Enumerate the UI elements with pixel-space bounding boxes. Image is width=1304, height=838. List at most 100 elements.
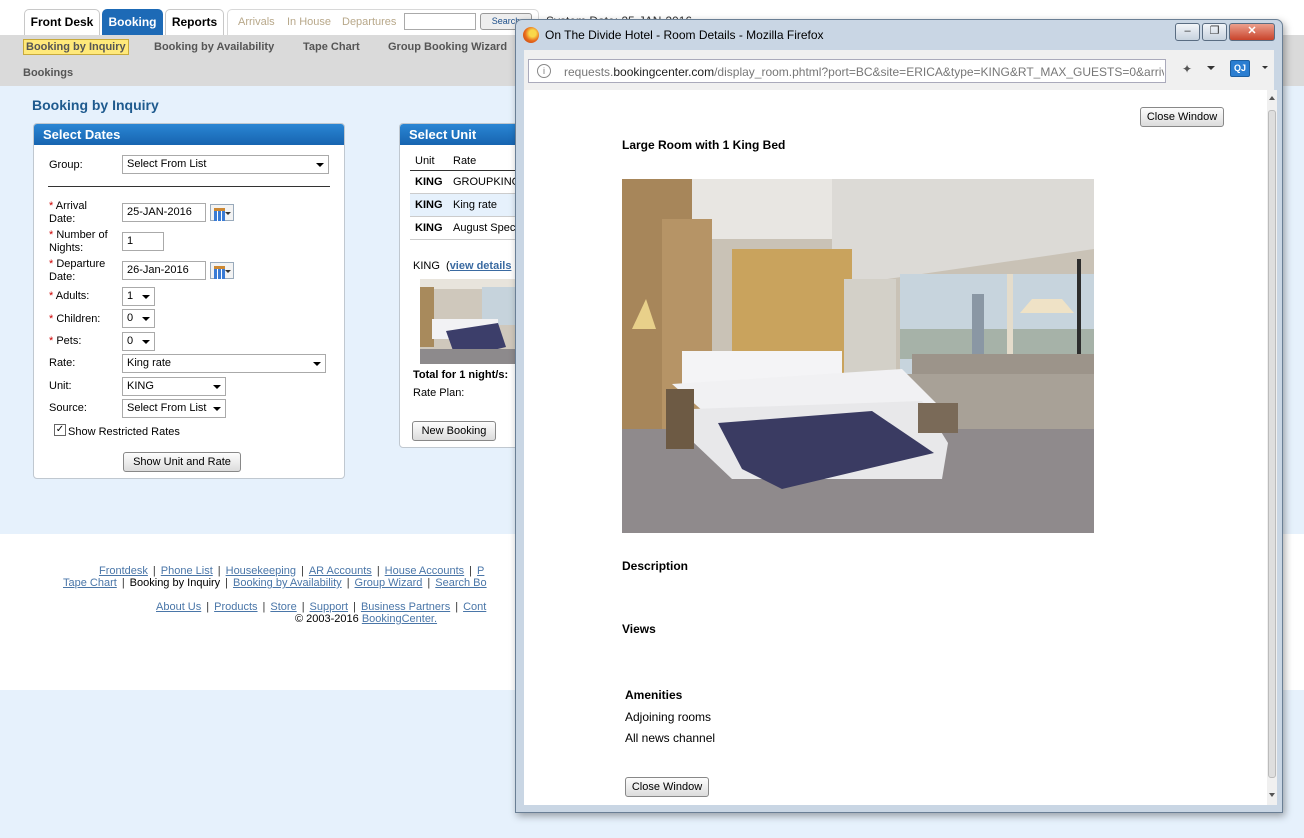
popup-title-bar[interactable]: On The Divide Hotel - Room Details - Moz…	[516, 20, 1282, 50]
restricted-rates-checkbox[interactable]: ✓	[54, 424, 66, 436]
footer-current-page: Booking by Inquiry	[129, 577, 221, 589]
amenities-heading: Amenities	[625, 688, 683, 702]
close-window-button-top[interactable]: Close Window	[1140, 107, 1224, 127]
amenity-item: All news channel	[625, 731, 716, 745]
scrollbar-thumb[interactable]	[1268, 110, 1276, 778]
chevron-down-icon	[142, 340, 150, 344]
tab-booking[interactable]: Booking	[102, 9, 163, 35]
footer-link-booking-by-availability[interactable]: Booking by Availability	[233, 577, 342, 589]
restricted-rates-label: Show Restricted Rates	[68, 426, 180, 438]
menu-tape-chart[interactable]: Tape Chart	[303, 41, 360, 53]
chevron-down-icon	[142, 317, 150, 321]
close-window-button-bottom[interactable]: Close Window	[625, 777, 709, 797]
unit-cell: KING	[410, 216, 448, 240]
view-details-link[interactable]: view details	[450, 260, 512, 272]
in-house-link[interactable]: In House	[287, 16, 331, 28]
url-field[interactable]: i requests.bookingcenter.com/display_roo…	[528, 59, 1166, 83]
unit-detail-name: KING	[413, 260, 440, 272]
pets-select[interactable]: 0	[122, 332, 155, 351]
adults-select-value: 1	[127, 290, 134, 302]
group-select[interactable]: Select From List	[122, 155, 329, 174]
footer-link-products[interactable]: Products	[214, 601, 257, 613]
children-select[interactable]: 0	[122, 309, 155, 328]
url-text: requests.bookingcenter.com/display_room.…	[564, 65, 1164, 79]
unit-cell: KING	[410, 193, 448, 217]
footer-link-search-bookings[interactable]: Search Bo	[435, 577, 486, 589]
popup-page-content: Close Window Large Room with 1 King Bed	[524, 90, 1267, 805]
rate-select-value: King rate	[127, 357, 172, 369]
footer-link-bookingcenter[interactable]: BookingCenter.	[362, 613, 437, 625]
nights-input[interactable]: 1	[122, 232, 164, 251]
tab-front-desk[interactable]: Front Desk	[24, 9, 100, 35]
popup-scrollbar[interactable]	[1267, 90, 1277, 805]
info-icon[interactable]: i	[537, 64, 551, 78]
tab-reports[interactable]: Reports	[165, 9, 224, 35]
source-select[interactable]: Select From List	[122, 399, 226, 418]
menu-group-booking-wizard[interactable]: Group Booking Wizard	[388, 41, 507, 53]
footer-link-housekeeping[interactable]: Housekeeping	[226, 565, 296, 577]
room-thumbnail[interactable]	[420, 279, 520, 364]
rate-plan-label: Rate Plan:	[413, 387, 465, 399]
footer-link-group-wizard[interactable]: Group Wizard	[355, 577, 423, 589]
room-details-popup-window: On The Divide Hotel - Room Details - Moz…	[515, 19, 1283, 813]
unit-label: Unit:	[49, 380, 72, 392]
extension-badge[interactable]: QJ	[1230, 60, 1250, 77]
minimize-icon[interactable]: ‒	[1175, 23, 1200, 41]
extension-icon[interactable]: ✦	[1179, 62, 1195, 76]
firefox-icon	[523, 27, 539, 43]
unit-select[interactable]: KING	[122, 377, 226, 396]
menu-booking-by-inquiry[interactable]: Booking by Inquiry	[23, 39, 129, 55]
children-label: * Children:	[49, 313, 101, 325]
pets-label: * Pets:	[49, 335, 82, 347]
col-unit-header: Unit	[410, 152, 448, 171]
footer-link-contact[interactable]: Cont	[463, 601, 486, 613]
menu-arrow-icon[interactable]	[1262, 66, 1268, 69]
room-photo	[622, 179, 1094, 533]
group-label: Group:	[49, 159, 83, 171]
chevron-down-icon[interactable]	[1207, 66, 1215, 70]
amenity-item: Adjoining rooms	[625, 710, 712, 724]
room-title: Large Room with 1 King Bed	[622, 138, 786, 152]
departure-date-input[interactable]: 26-Jan-2016	[122, 261, 206, 280]
nights-label: * Number of Nights:	[49, 229, 108, 254]
source-select-value: Select From List	[127, 402, 207, 414]
scroll-down-icon[interactable]	[1269, 793, 1275, 797]
arrival-date-label: * Arrival Date:	[49, 200, 87, 225]
calendar-icon[interactable]	[210, 262, 234, 279]
select-dates-panel: Select Dates Group: Select From List * A…	[33, 123, 345, 479]
copyright-text: © 2003-2016	[295, 613, 359, 625]
departure-date-label: * Departure Date:	[49, 258, 106, 283]
menu-bookings[interactable]: Bookings	[23, 67, 73, 79]
select-dates-header: Select Dates	[34, 124, 344, 145]
footer-link-about-us[interactable]: About Us	[156, 601, 201, 613]
divider	[48, 186, 330, 187]
menu-booking-by-availability[interactable]: Booking by Availability	[154, 41, 274, 53]
maximize-icon[interactable]: ❐	[1202, 23, 1227, 41]
show-unit-and-rate-button[interactable]: Show Unit and Rate	[123, 452, 241, 472]
footer-link-house-accounts[interactable]: House Accounts	[385, 565, 465, 577]
chevron-down-icon	[142, 295, 150, 299]
adults-select[interactable]: 1	[122, 287, 155, 306]
arrivals-link[interactable]: Arrivals	[238, 16, 275, 28]
calendar-icon[interactable]	[210, 204, 234, 221]
footer-link-business-partners[interactable]: Business Partners	[361, 601, 450, 613]
footer-link-store[interactable]: Store	[270, 601, 296, 613]
total-label: Total for 1 night/s:	[413, 369, 509, 381]
search-input[interactable]	[404, 13, 476, 30]
arrival-date-input[interactable]: 25-JAN-2016	[122, 203, 206, 222]
footer-link-more[interactable]: P	[477, 565, 484, 577]
departures-link[interactable]: Departures	[342, 16, 396, 28]
footer-links-row2: Tape Chart | Booking by Inquiry | Booking by…	[63, 577, 487, 589]
rate-select[interactable]: King rate	[122, 354, 326, 373]
scroll-up-icon[interactable]	[1269, 96, 1275, 100]
new-booking-button[interactable]: New Booking	[412, 421, 496, 441]
footer-link-frontdesk[interactable]: Frontdesk	[99, 565, 148, 577]
close-icon[interactable]: ✕	[1229, 23, 1275, 41]
footer-link-support[interactable]: Support	[310, 601, 349, 613]
footer-link-phone-list[interactable]: Phone List	[161, 565, 213, 577]
children-select-value: 0	[127, 312, 134, 324]
footer-link-ar-accounts[interactable]: AR Accounts	[309, 565, 372, 577]
footer-link-tape-chart[interactable]: Tape Chart	[63, 577, 117, 589]
address-toolbar: i requests.bookingcenter.com/display_roo…	[524, 50, 1274, 90]
footer-links-row3: About Us | Products | Store | Support | Business…	[156, 601, 487, 613]
